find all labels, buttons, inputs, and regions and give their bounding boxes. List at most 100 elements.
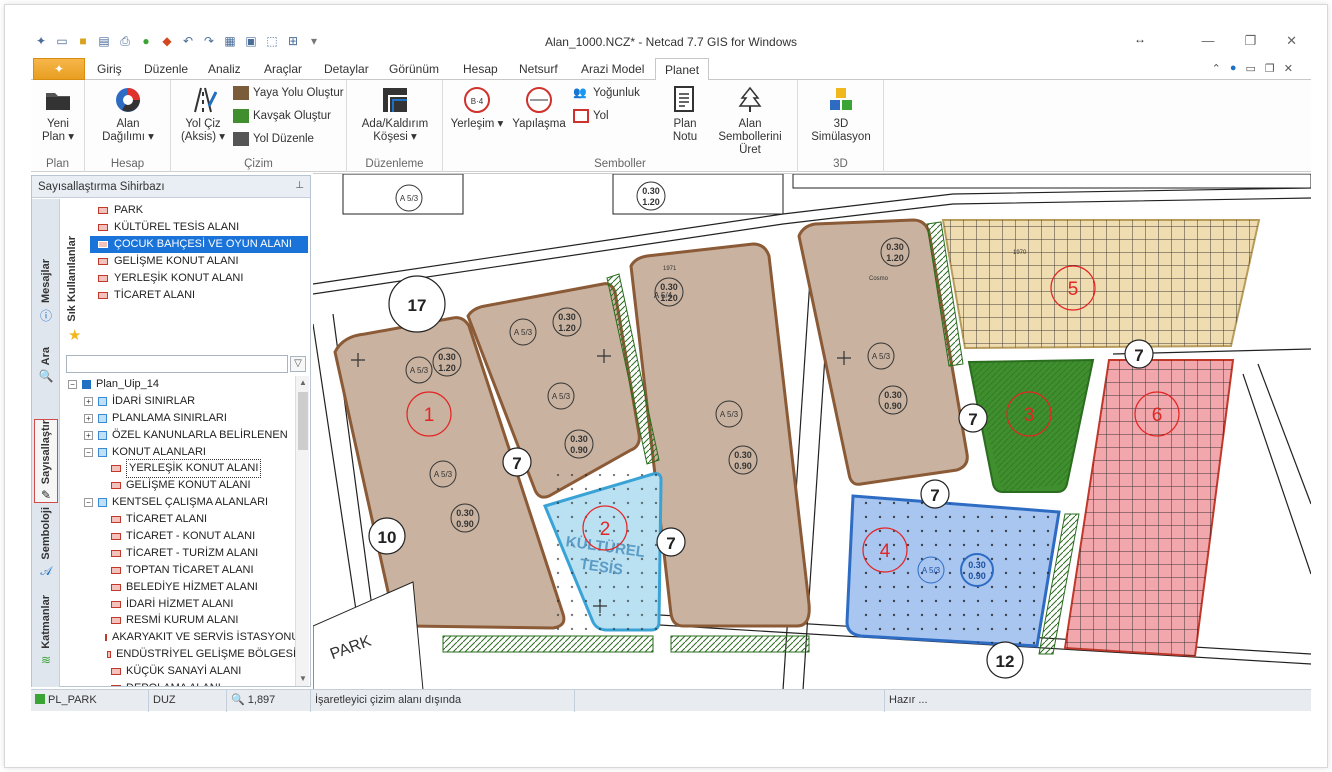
tree-node[interactable]: DEPOLAMA ALANI	[66, 680, 296, 686]
app-window: ✦ ▭ ■ ▤ ⎙ ● ◆ ↶ ↷ ▦ ▣ ⬚ ⊞ ▾ Alan_1000.NC…	[31, 27, 1311, 713]
mdi-restore-icon[interactable]: ❐	[1265, 62, 1275, 75]
favorite-item[interactable]: KÜLTÜREL TESİS ALANI	[90, 219, 308, 236]
tree-node[interactable]: RESMİ KURUM ALANI	[66, 612, 296, 629]
alan-sembolleri-button[interactable]: Alan Sembollerini Üret	[711, 86, 789, 157]
tab-detaylar[interactable]: Detaylar	[324, 62, 369, 76]
collapse-ribbon-icon[interactable]: ⌃	[1212, 62, 1221, 75]
minimize-icon[interactable]: —	[1201, 33, 1214, 49]
expand-icon[interactable]: +	[84, 396, 93, 406]
tree-node[interactable]: BELEDİYE HİZMET ALANI	[66, 579, 296, 596]
svg-text:1.20: 1.20	[438, 363, 456, 373]
resize-arrows-icon[interactable]: ↔	[1134, 32, 1146, 46]
yol-ciz-button[interactable]: Yol Çiz (Aksis) ▾	[177, 86, 229, 144]
vtab-katmanlar[interactable]: Katmanlar ≋	[34, 595, 58, 667]
tree-scrollbar[interactable]: ▲ ▼	[295, 376, 309, 686]
star-icon[interactable]: ★	[68, 326, 81, 344]
yapilasma-button[interactable]: Yapılaşma	[509, 86, 569, 131]
tree-node[interactable]: GELİŞME KONUT ALANI	[66, 477, 296, 494]
construction-symbol-icon	[524, 86, 554, 114]
tree-node[interactable]: − KENTSEL ÇALIŞMA ALANLARI	[66, 494, 296, 511]
tree-node[interactable]: + ÖZEL KANUNLARLA BELİRLENEN	[66, 427, 296, 444]
layer-swatch-icon	[111, 583, 121, 591]
favorite-item[interactable]: PARK	[90, 202, 308, 219]
ada-kaldirim-button[interactable]: Ada/Kaldırım Köşesi ▾	[355, 86, 435, 144]
tab-gorunum[interactable]: Görünüm	[389, 62, 439, 76]
map-drawing[interactable]: PARK KÜLTÜREL TESİS Cosmo 1971 1970 17 7	[313, 174, 1311, 689]
plan-notu-button[interactable]: Plan Notu	[665, 86, 705, 144]
alan-dagilimi-button[interactable]: Alan Dağılımı ▾	[95, 86, 161, 144]
scroll-up-icon[interactable]: ▲	[296, 376, 310, 390]
folder-icon	[43, 86, 73, 114]
tree-node[interactable]: − KONUT ALANLARI	[66, 444, 296, 461]
restore-icon[interactable]: ❐	[1244, 33, 1256, 49]
scroll-thumb[interactable]	[298, 392, 308, 450]
svg-text:A 5/4: A 5/4	[654, 291, 673, 300]
tab-analiz[interactable]: Analiz	[208, 62, 241, 76]
yerlesim-button[interactable]: B·4 Yerleşim ▾	[449, 86, 505, 131]
favorite-item[interactable]: TİCARET ALANI	[90, 287, 308, 304]
scroll-down-icon[interactable]: ▼	[296, 672, 310, 686]
vtab-ara[interactable]: Ara 🔍	[34, 347, 58, 383]
tree-node[interactable]: İDARİ HİZMET ALANI	[66, 596, 296, 613]
filter-input[interactable]	[66, 355, 288, 373]
tab-arazi-model[interactable]: Arazi Model	[581, 62, 644, 76]
tree-node-label: TİCARET - TURİZM ALANI	[126, 546, 259, 559]
yol-duzenle-button[interactable]: Yol Düzenle	[233, 132, 314, 146]
vtab-semboloji[interactable]: Semboloji 𝒜	[34, 507, 58, 579]
favorite-item[interactable]: ÇOCUK BAHÇESİ VE OYUN ALANI	[90, 236, 308, 253]
people-icon: 👥	[573, 87, 587, 99]
favorite-item[interactable]: GELİŞME KONUT ALANI	[90, 253, 308, 270]
3d-simulasyon-button[interactable]: 3D Simülasyon	[804, 86, 878, 144]
collapse-icon[interactable]: −	[68, 379, 77, 389]
status-scale[interactable]: 🔍 1,897	[227, 690, 311, 712]
status-layer[interactable]: PL_PARK	[31, 690, 149, 712]
tree-node-label: AKARYAKIT VE SERVİS İSTASYONU	[112, 631, 296, 644]
kavsak-button[interactable]: Kavşak Oluştur	[233, 109, 331, 123]
vtab-sayisallastir[interactable]: Sayısallaştır ✎	[34, 419, 58, 504]
close-icon[interactable]: ✕	[1286, 33, 1297, 49]
tree-node[interactable]: TİCARET - KONUT ALANI	[66, 528, 296, 545]
status-bar: PL_PARK DUZ 🔍 1,897 İşaretleyici çizim a…	[31, 689, 1311, 712]
group-3d: 3D Simülasyon 3D	[798, 80, 884, 172]
tree-node[interactable]: TOPTAN TİCARET ALANI	[66, 562, 296, 579]
mdi-minimize-icon[interactable]: ▭	[1246, 62, 1256, 75]
tab-araclar[interactable]: Araçlar	[264, 62, 302, 76]
junction-icon	[233, 109, 249, 123]
mdi-close-icon[interactable]: ✕	[1284, 62, 1293, 75]
road-label-12: 12	[996, 652, 1015, 671]
status-mode[interactable]: DUZ	[149, 690, 227, 712]
collapse-icon[interactable]: −	[84, 447, 93, 457]
yogunluk-button[interactable]: 👥 Yoğunluk	[573, 86, 640, 100]
group-icon	[98, 413, 107, 423]
filter-icon[interactable]: ▽	[290, 356, 306, 372]
tab-netsurf[interactable]: Netsurf	[519, 62, 558, 76]
expand-icon[interactable]: +	[84, 413, 93, 423]
tab-planet[interactable]: Planet	[655, 58, 710, 81]
expand-icon[interactable]: +	[84, 430, 93, 440]
tree-node[interactable]: KÜÇÜK SANAYİ ALANI	[66, 663, 296, 680]
map-canvas[interactable]: PARK KÜLTÜREL TESİS Cosmo 1971 1970 17 7	[313, 173, 1311, 689]
group-icon	[98, 396, 107, 406]
help-icon[interactable]: ●	[1230, 62, 1237, 75]
tab-hesap[interactable]: Hesap	[463, 62, 498, 76]
tree-node[interactable]: TİCARET ALANI	[66, 511, 296, 528]
tree-node[interactable]: YERLEŞİK KONUT ALANI	[66, 459, 296, 479]
file-menu-button[interactable]: ✦	[33, 58, 85, 80]
tree-node[interactable]: AKARYAKIT VE SERVİS İSTASYONU	[66, 629, 296, 646]
favorite-item[interactable]: YERLEŞİK KONUT ALANI	[90, 270, 308, 287]
collapse-icon[interactable]: −	[84, 498, 93, 508]
tree-node[interactable]: TİCARET - TURİZM ALANI	[66, 545, 296, 562]
pin-icon[interactable]: ⊥	[295, 180, 304, 191]
yeni-plan-button[interactable]: Yeni Plan ▾	[35, 86, 81, 144]
favorites-label: Sık Kullanılanlar	[66, 236, 78, 322]
tree-node[interactable]: − Plan_Uip_14	[66, 376, 296, 393]
tree-node[interactable]: + İDARİ SINIRLAR	[66, 393, 296, 410]
tree-node[interactable]: ENDÜSTRİYEL GELİŞME BÖLGESİ	[66, 646, 296, 663]
tree-node-label: TİCARET ALANI	[126, 513, 208, 526]
yol-button[interactable]: Yol	[573, 109, 609, 123]
vtab-mesajlar[interactable]: Mesajlar ⓘ	[34, 259, 58, 324]
tree-node[interactable]: + PLANLAMA SINIRLARI	[66, 410, 296, 427]
tab-giris[interactable]: Giriş	[97, 62, 122, 76]
yaya-yolu-button[interactable]: Yaya Yolu Oluştur	[233, 86, 344, 100]
tab-duzenle[interactable]: Düzenle	[144, 62, 188, 76]
